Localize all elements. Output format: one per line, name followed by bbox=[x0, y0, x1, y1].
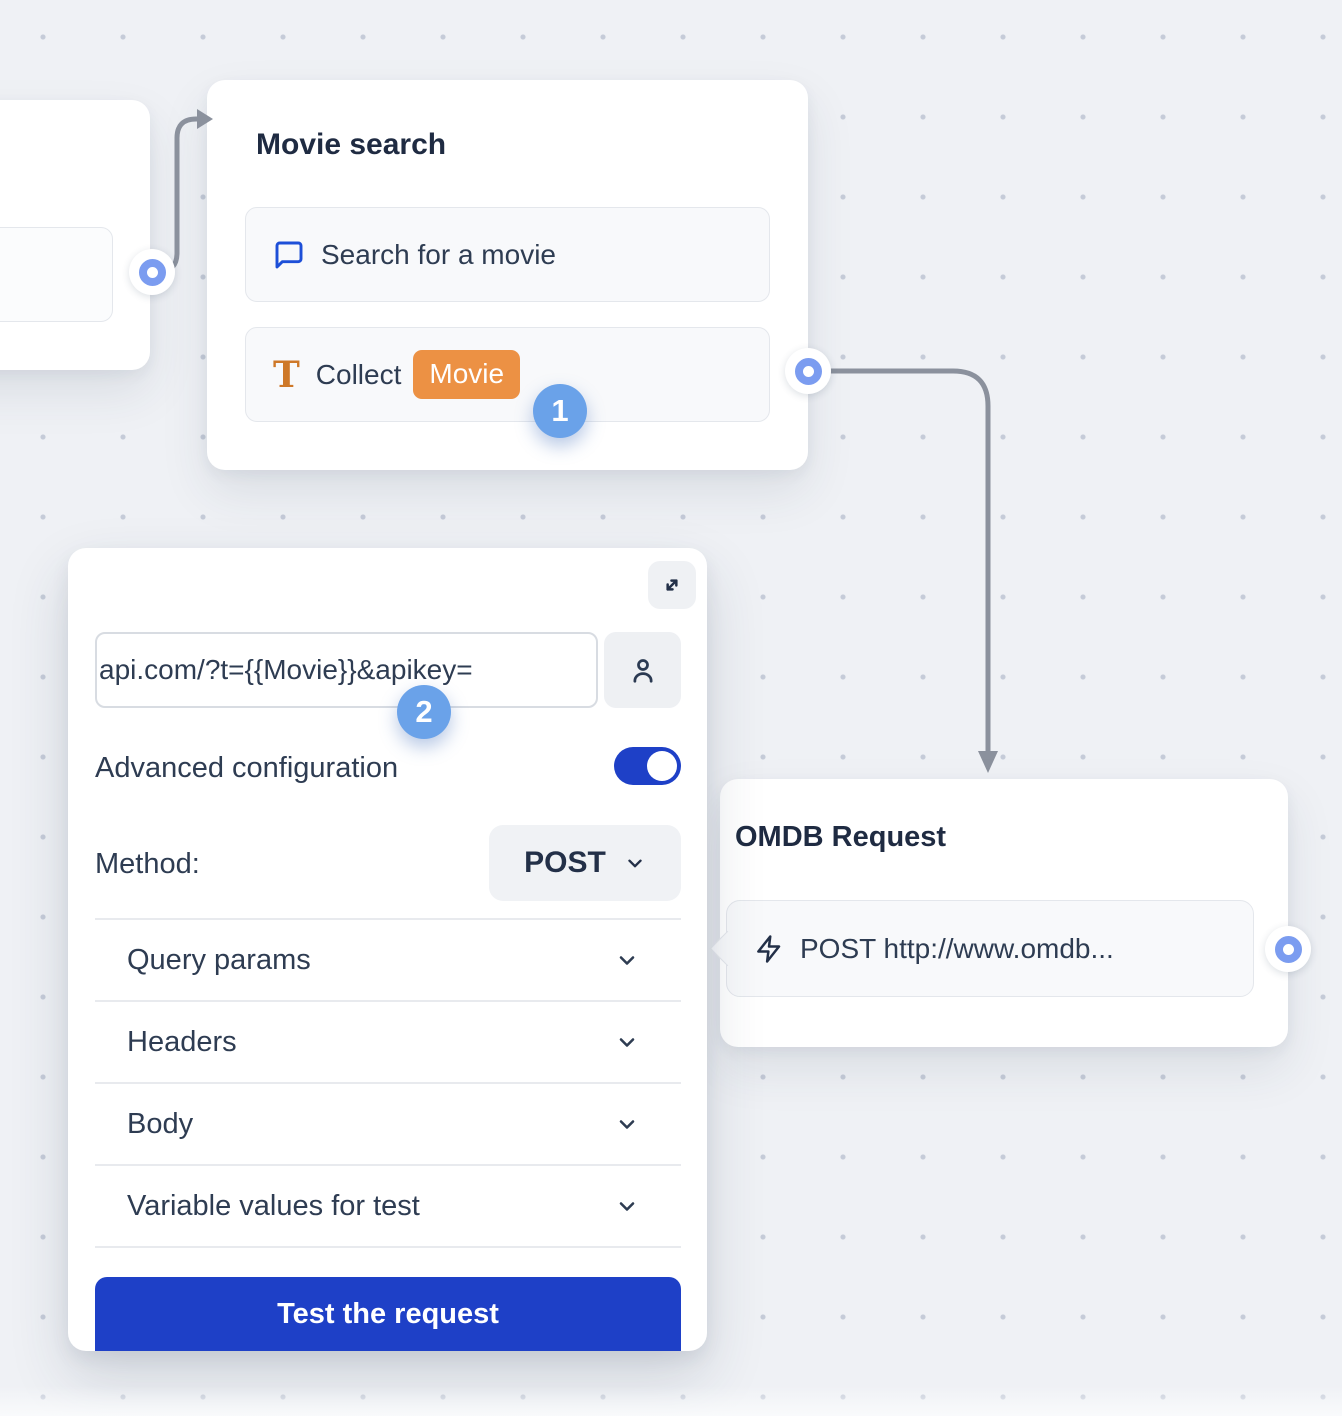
section-label: Variable values for test bbox=[127, 1190, 420, 1223]
node-title: OMDB Request bbox=[735, 821, 946, 854]
person-button[interactable] bbox=[604, 632, 681, 708]
port-ring-icon bbox=[139, 259, 166, 286]
webhook-step-row[interactable]: POST http://www.omdb... bbox=[726, 900, 1254, 997]
test-request-button[interactable]: Test the request bbox=[95, 1277, 681, 1351]
chevron-down-icon[interactable] bbox=[615, 1030, 639, 1054]
divider bbox=[95, 1246, 681, 1248]
output-port-movie-search[interactable] bbox=[785, 348, 831, 394]
output-port-upstream[interactable] bbox=[129, 249, 175, 295]
method-dropdown[interactable]: POST bbox=[489, 825, 681, 901]
text-field-icon: T bbox=[273, 357, 300, 393]
section-label: Body bbox=[127, 1108, 193, 1141]
message-step-label: Search for a movie bbox=[321, 239, 556, 271]
chevron-down-icon bbox=[624, 852, 646, 874]
connector-arrowhead-down bbox=[978, 751, 998, 773]
url-input[interactable]: api.com/?t={{Movie}}&apikey= bbox=[95, 632, 598, 708]
section-variable-values[interactable]: Variable values for test bbox=[95, 1166, 681, 1246]
variable-badge[interactable]: Movie bbox=[413, 350, 520, 400]
section-label: Headers bbox=[127, 1026, 237, 1059]
section-query-params[interactable]: Query params bbox=[95, 920, 681, 1000]
collect-step-row[interactable]: T Collect Movie bbox=[245, 327, 770, 422]
bottom-fade bbox=[0, 1386, 1342, 1416]
collect-step-label: Collect bbox=[316, 359, 402, 391]
upstream-node-row[interactable] bbox=[0, 227, 113, 322]
input-notch-icon bbox=[710, 930, 745, 965]
person-icon bbox=[628, 655, 658, 685]
chevron-down-icon[interactable] bbox=[615, 1194, 639, 1218]
upstream-node-partial[interactable] bbox=[0, 100, 150, 370]
zap-icon bbox=[754, 934, 784, 964]
omdb-request-node[interactable]: OMDB Request POST http://www.omdb... bbox=[720, 779, 1288, 1047]
output-port-omdb[interactable] bbox=[1265, 926, 1311, 972]
movie-search-node[interactable]: Movie search Search for a movie T Collec… bbox=[207, 80, 808, 470]
chevron-down-icon[interactable] bbox=[615, 1112, 639, 1136]
node-title: Movie search bbox=[256, 128, 446, 162]
expand-button[interactable] bbox=[648, 561, 696, 609]
step-badge-1: 1 bbox=[533, 384, 587, 438]
url-input-value: api.com/?t={{Movie}}&apikey= bbox=[95, 654, 473, 686]
section-headers[interactable]: Headers bbox=[95, 1002, 681, 1082]
expand-icon bbox=[659, 572, 685, 598]
method-value: POST bbox=[524, 846, 606, 880]
webhook-step-label: POST http://www.omdb... bbox=[800, 933, 1114, 965]
chevron-down-icon[interactable] bbox=[615, 948, 639, 972]
section-body[interactable]: Body bbox=[95, 1084, 681, 1164]
flow-canvas[interactable]: Movie search Search for a movie T Collec… bbox=[0, 0, 1342, 1416]
message-step-row[interactable]: Search for a movie bbox=[245, 207, 770, 302]
port-ring-icon bbox=[795, 358, 822, 385]
webhook-config-panel[interactable]: api.com/?t={{Movie}}&apikey= Advanced co… bbox=[68, 548, 707, 1351]
port-ring-icon bbox=[1275, 936, 1302, 963]
connector-upstream-to-movie-search bbox=[152, 119, 198, 272]
chat-bubble-icon bbox=[273, 239, 305, 271]
toggle-knob bbox=[647, 751, 677, 781]
step-badge-2: 2 bbox=[397, 685, 451, 739]
advanced-configuration-label: Advanced configuration bbox=[95, 752, 398, 785]
section-label: Query params bbox=[127, 944, 311, 977]
method-label: Method: bbox=[95, 848, 200, 881]
advanced-configuration-toggle[interactable] bbox=[614, 747, 681, 785]
connector-movie-search-to-omdb bbox=[812, 371, 988, 752]
